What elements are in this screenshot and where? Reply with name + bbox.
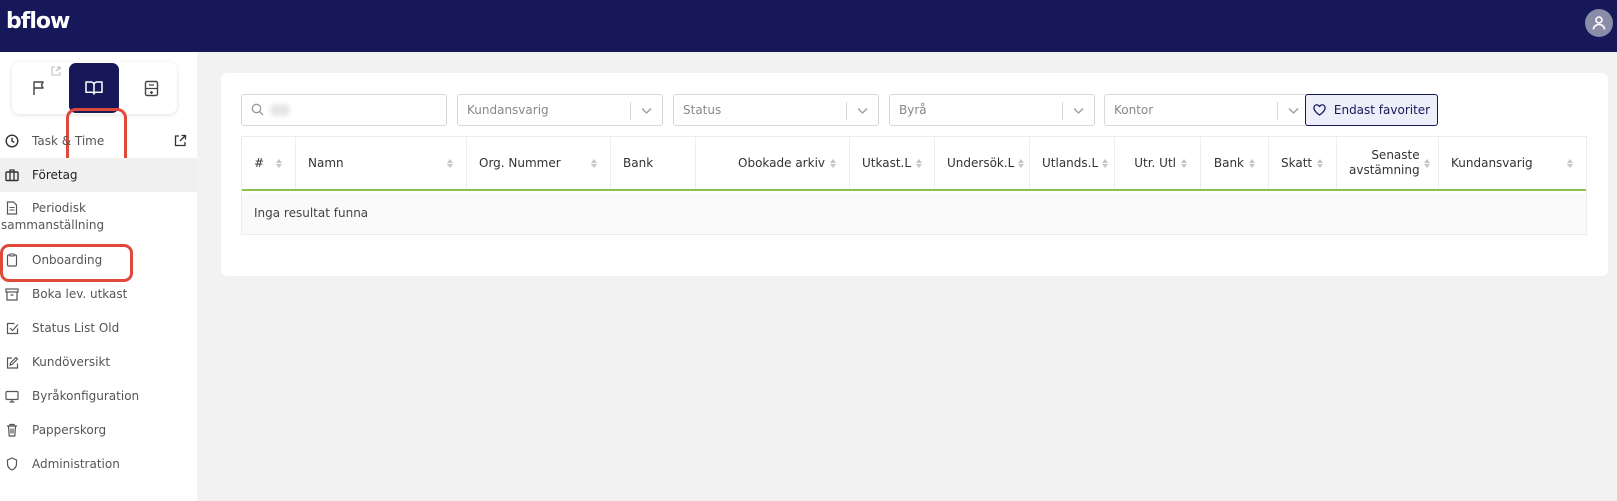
- empty-row: Inga resultat funna: [242, 193, 1586, 234]
- mode-switcher: [12, 62, 177, 114]
- favorites-only-button[interactable]: Endast favoriter: [1305, 94, 1438, 126]
- column-header-bank-2[interactable]: Bank: [1201, 137, 1269, 189]
- user-avatar-button[interactable]: [1585, 9, 1613, 37]
- bflow-logo[interactable]: bflow: [6, 9, 70, 34]
- chevron-down-icon: [1073, 108, 1084, 114]
- column-header-obokade-arkiv[interactable]: Obokade arkiv: [696, 137, 850, 189]
- sidebar-item-status-list-old[interactable]: Status List Old: [0, 311, 197, 345]
- main-panel: Kundansvarig Status Byrå Kontor Endast f…: [221, 73, 1608, 276]
- chevron-down-icon: [641, 108, 652, 114]
- sidebar-item-label: Periodisk: [32, 201, 86, 215]
- document-icon: [6, 201, 18, 215]
- trash-icon: [7, 423, 17, 437]
- search-value-blurred: [270, 104, 290, 116]
- search-icon: [251, 103, 264, 116]
- sidebar-item-label-cont: sammanställning: [1, 218, 105, 232]
- sidebar-item-foretag[interactable]: Företag: [0, 158, 197, 192]
- status-placeholder: Status: [683, 103, 722, 117]
- column-header-skatt[interactable]: Skatt: [1269, 137, 1337, 189]
- chevron-down-icon: [857, 108, 868, 114]
- top-bar: bflow: [0, 0, 1617, 52]
- sort-icon: [446, 158, 454, 168]
- sidebar-item-papperskorg[interactable]: Papperskorg: [0, 413, 197, 447]
- flag-icon: [32, 81, 44, 95]
- byra-placeholder: Byrå: [899, 103, 927, 117]
- sidebar-item-label: Papperskorg: [32, 423, 107, 437]
- sidebar-item-byrakonfiguration[interactable]: Byråkonfiguration: [0, 379, 197, 413]
- sort-icon: [1423, 158, 1430, 168]
- sidebar-item-label: Administration: [32, 457, 120, 471]
- sort-icon: [915, 158, 922, 168]
- checkbox-icon: [6, 322, 18, 334]
- sidebar-item-task-time[interactable]: Task & Time: [0, 124, 197, 158]
- kundansvarig-select[interactable]: Kundansvarig: [457, 94, 663, 126]
- sidebar-item-label: Boka lev. utkast: [32, 287, 128, 301]
- user-icon: [1592, 16, 1606, 30]
- sidebar-item-administration[interactable]: Administration: [0, 447, 197, 481]
- sort-icon: [590, 158, 598, 168]
- column-header-senaste-avstamning[interactable]: Senaste avstämning: [1337, 137, 1439, 189]
- column-header-utr-utl[interactable]: Utr. Utl: [1115, 137, 1201, 189]
- book-mode-button[interactable]: [69, 63, 119, 113]
- kundansvarig-placeholder: Kundansvarig: [467, 103, 549, 117]
- briefcase-icon: [5, 169, 19, 182]
- byra-select[interactable]: Byrå: [889, 94, 1095, 126]
- calculator-icon: [144, 80, 158, 96]
- column-header-org-nummer[interactable]: Org. Nummer: [467, 137, 611, 189]
- sort-icon: [1316, 158, 1324, 168]
- column-header-utlands-l[interactable]: Utlands.L: [1030, 137, 1115, 189]
- column-header-kundansvarig[interactable]: Kundansvarig: [1439, 137, 1586, 189]
- sidebar: Task & Time Företag Periodisk sammanstäl…: [0, 52, 197, 501]
- chevron-down-icon: [1288, 108, 1299, 114]
- sort-icon: [1018, 158, 1025, 168]
- sort-icon: [275, 158, 283, 168]
- shield-icon: [6, 457, 18, 471]
- sidebar-item-label: Kundöversikt: [32, 355, 111, 369]
- sort-icon: [1102, 158, 1109, 168]
- filter-bar: Kundansvarig Status Byrå Kontor Endast f…: [241, 94, 1601, 126]
- empty-message: Inga resultat funna: [254, 206, 369, 220]
- heart-icon: [1313, 104, 1326, 116]
- status-select[interactable]: Status: [673, 94, 879, 126]
- edit-icon: [6, 356, 18, 369]
- sort-icon: [829, 158, 837, 168]
- column-header-bank[interactable]: Bank: [611, 137, 696, 189]
- sidebar-item-boka-lev-utkast[interactable]: Boka lev. utkast: [0, 277, 197, 311]
- sidebar-item-label: Företag: [32, 168, 78, 182]
- sidebar-item-label: Byråkonfiguration: [32, 389, 140, 403]
- sort-icon: [1180, 158, 1188, 168]
- column-header-index[interactable]: #: [242, 137, 296, 189]
- sidebar-item-periodisk[interactable]: Periodisk sammanställning: [0, 192, 197, 243]
- column-header-namn[interactable]: Namn: [296, 137, 467, 189]
- archive-icon: [5, 287, 19, 301]
- table-header: # Namn Org. Nummer Bank Obokade arkiv Ut…: [242, 137, 1586, 191]
- sidebar-item-label: Task & Time: [32, 134, 105, 148]
- sidebar-item-label: Status List Old: [32, 321, 120, 335]
- kontor-placeholder: Kontor: [1114, 103, 1154, 117]
- flag-mode-button[interactable]: [13, 62, 65, 114]
- favorites-only-label: Endast favoriter: [1333, 103, 1431, 117]
- external-link-small-icon: [51, 66, 61, 76]
- clock-icon: [5, 134, 19, 148]
- external-link-icon: [174, 134, 187, 147]
- sidebar-nav: Task & Time Företag Periodisk sammanstäl…: [0, 124, 197, 481]
- kontor-select[interactable]: Kontor: [1104, 94, 1310, 126]
- search-input[interactable]: [241, 94, 447, 126]
- calculator-mode-button[interactable]: [125, 62, 177, 114]
- column-header-undersok-l[interactable]: Undersök.L: [935, 137, 1030, 189]
- sidebar-item-kundoversikt[interactable]: Kundöversikt: [0, 345, 197, 379]
- book-open-icon: [85, 81, 103, 95]
- sort-icon: [1566, 158, 1574, 168]
- sort-icon: [1248, 158, 1256, 168]
- highlight-onboarding: [0, 244, 133, 282]
- column-header-utkast-l[interactable]: Utkast.L: [850, 137, 935, 189]
- companies-table: # Namn Org. Nummer Bank Obokade arkiv Ut…: [241, 136, 1587, 235]
- monitor-icon: [5, 390, 19, 403]
